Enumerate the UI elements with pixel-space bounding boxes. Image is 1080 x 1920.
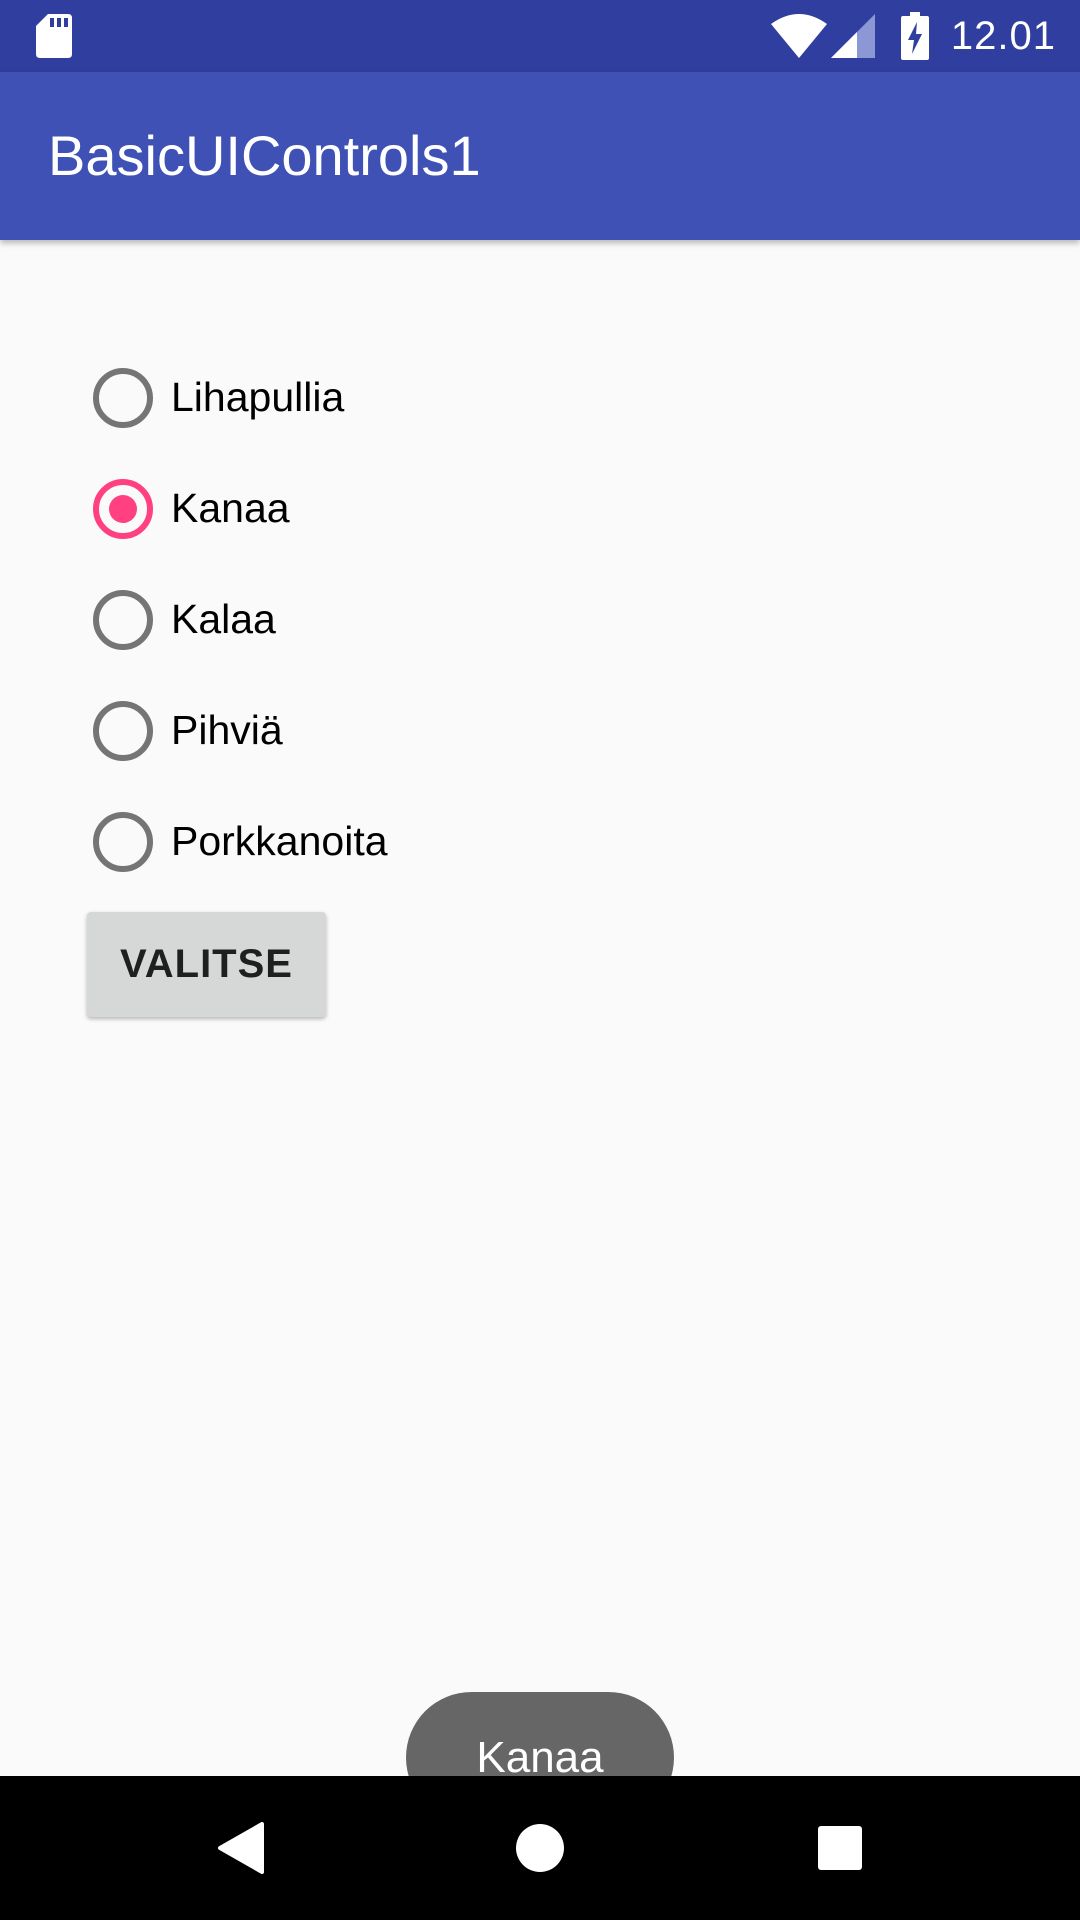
radio-option-pihvia[interactable]: Pihviä (84, 675, 684, 786)
radio-option-porkkanoita[interactable]: Porkkanoita (84, 786, 684, 897)
radio-option-kanaa[interactable]: Kanaa (84, 453, 684, 564)
radio-button[interactable] (93, 478, 153, 539)
wifi-icon (770, 14, 827, 58)
valitse-button[interactable]: VALITSE (87, 912, 326, 1017)
cell-signal-icon (830, 14, 875, 58)
radio-dot (109, 494, 137, 523)
radio-label: Porkkanoita (171, 818, 388, 864)
radio-option-lihapullia[interactable]: Lihapullia (84, 342, 684, 453)
radio-button[interactable] (93, 811, 153, 872)
app-bar: BasicUIControls1 (0, 72, 1080, 240)
toast-text: Kanaa (476, 1732, 604, 1782)
radio-option-kalaa[interactable]: Kalaa (84, 564, 684, 675)
radio-button[interactable] (93, 367, 153, 428)
radio-button[interactable] (93, 589, 153, 650)
battery-charging-icon (900, 12, 929, 60)
radio-button[interactable] (93, 700, 153, 761)
radio-label: Pihviä (171, 707, 283, 753)
sd-card-icon (36, 14, 72, 58)
recents-icon[interactable] (818, 1826, 862, 1870)
food-radio-group: Lihapullia Kanaa Kalaa Pihviä Porkkanoit… (84, 342, 684, 897)
status-clock: 12.01 (950, 13, 1056, 58)
status-bar: 12.01 (0, 0, 1080, 72)
radio-label: Kanaa (171, 485, 290, 531)
radio-label: Lihapullia (171, 374, 345, 420)
main-content: Lihapullia Kanaa Kalaa Pihviä Porkkanoit… (0, 240, 1080, 1823)
status-icons: 12.01 (770, 0, 1056, 72)
navigation-bar (0, 1776, 1080, 1920)
home-icon[interactable] (516, 1824, 564, 1872)
app-title: BasicUIControls1 (48, 124, 481, 187)
back-icon[interactable] (216, 1822, 264, 1874)
radio-label: Kalaa (171, 596, 276, 642)
